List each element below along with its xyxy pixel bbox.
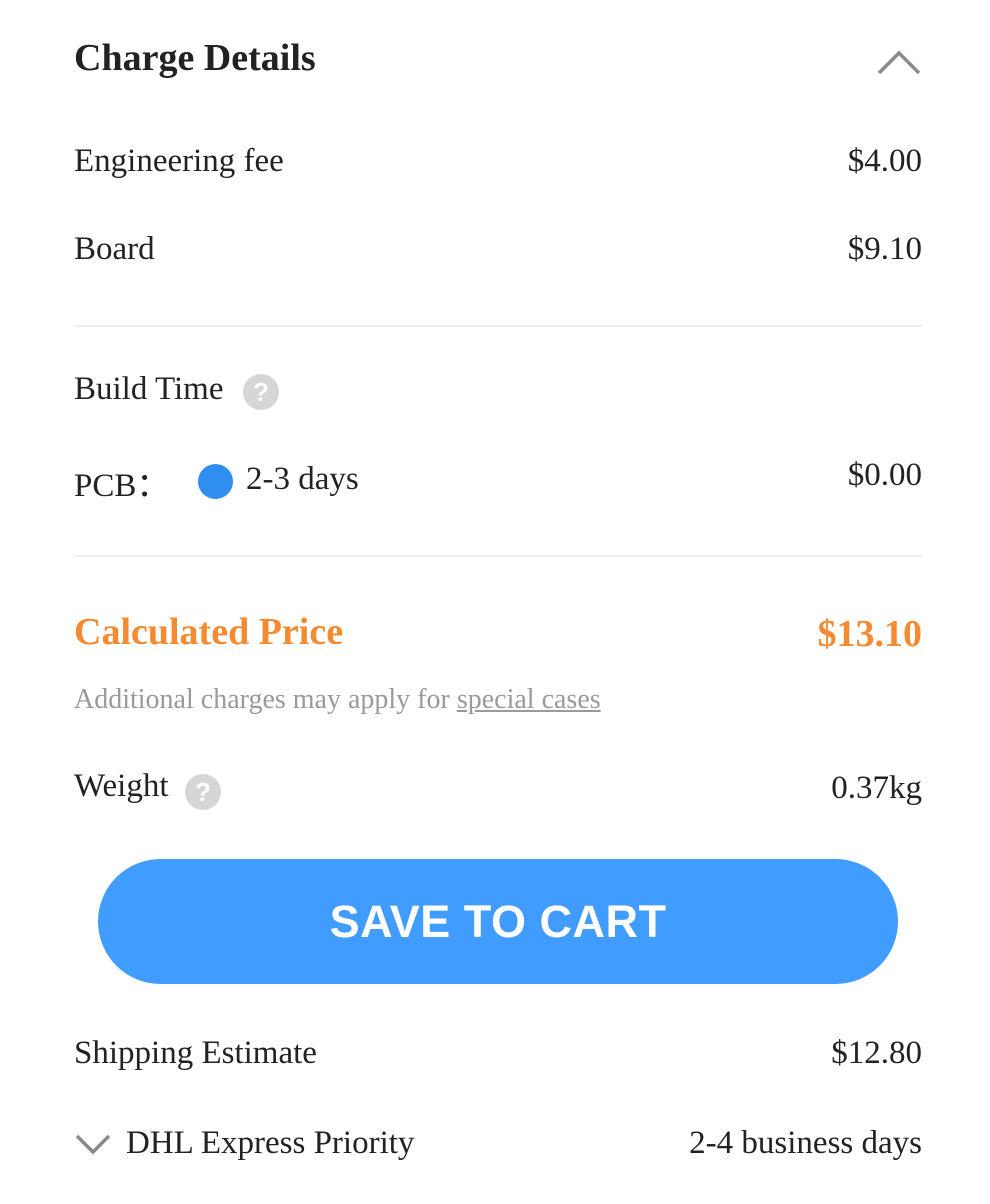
delivery-time-value: 2-4 business days xyxy=(689,1125,922,1161)
shipping-method-label[interactable]: DHL Express Priority xyxy=(126,1125,414,1162)
additional-charges-note: Additional charges may apply for special… xyxy=(74,684,601,716)
build-time-label: Build Time xyxy=(74,371,224,407)
chevron-up-icon[interactable] xyxy=(874,44,924,80)
board-label: Board xyxy=(74,231,155,267)
engineering-fee-value: $4.00 xyxy=(847,143,922,179)
save-to-cart-button[interactable]: SAVE TO CART xyxy=(98,859,898,984)
divider xyxy=(74,325,922,327)
weight-label: Weight xyxy=(74,768,169,804)
charge-details-title: Charge Details xyxy=(74,37,316,79)
shipping-estimate-label: Shipping Estimate xyxy=(74,1035,317,1071)
weight-help-icon[interactable]: ? xyxy=(185,774,221,810)
shipping-estimate-value: $12.80 xyxy=(831,1035,922,1071)
pcb-label: PCB： xyxy=(74,468,170,504)
build-time-radio[interactable] xyxy=(198,464,233,499)
engineering-fee-label: Engineering fee xyxy=(74,143,284,179)
calculated-price-value: $13.10 xyxy=(817,613,923,655)
build-time-option-price: $0.00 xyxy=(847,457,922,493)
board-value: $9.10 xyxy=(847,231,922,267)
additional-charges-text: Additional charges may apply for xyxy=(74,684,457,715)
chevron-down-icon[interactable] xyxy=(74,1128,112,1158)
weight-value: 0.37kg xyxy=(831,770,922,806)
build-time-help-icon[interactable]: ? xyxy=(243,374,279,410)
build-time-option-label[interactable]: 2-3 days xyxy=(246,461,359,498)
special-cases-link[interactable]: special cases xyxy=(457,684,601,715)
divider xyxy=(74,555,922,557)
charge-details-panel: Charge Details Engineering fee $4.00 Boa… xyxy=(0,0,990,1204)
calculated-price-label: Calculated Price xyxy=(74,611,344,653)
